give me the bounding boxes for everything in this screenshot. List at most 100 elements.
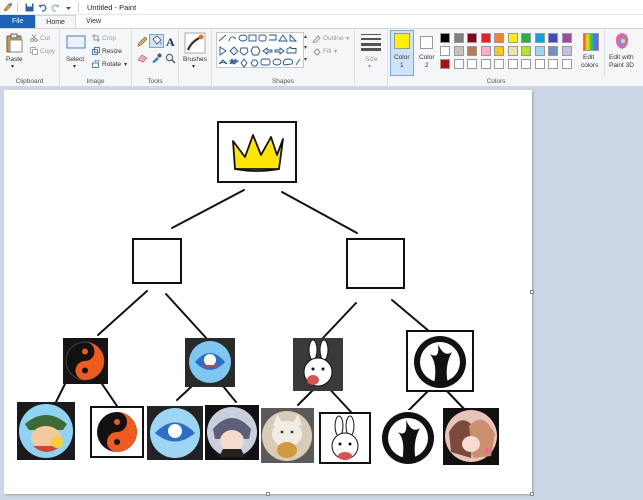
palette-swatch[interactable] bbox=[440, 33, 450, 43]
palette-swatch[interactable] bbox=[548, 46, 558, 56]
shapes-scroll-up-icon[interactable]: ▴ bbox=[304, 33, 307, 40]
tab-file[interactable]: File bbox=[0, 15, 36, 28]
fill-button[interactable]: Fill bbox=[323, 48, 331, 55]
palette-swatch[interactable] bbox=[548, 59, 558, 69]
palette-swatch[interactable] bbox=[494, 33, 504, 43]
customize-qa-icon[interactable] bbox=[63, 2, 74, 13]
size-dropdown-icon[interactable]: ▾ bbox=[368, 63, 371, 70]
select-dropdown-icon[interactable]: ▾ bbox=[73, 63, 76, 70]
magnifier-icon[interactable] bbox=[165, 53, 176, 66]
redo-icon[interactable] bbox=[50, 2, 61, 13]
shapes-group: ▴ ▾ ▾ Outline ▾ Fill ▾ Shapes bbox=[212, 29, 355, 87]
select-button[interactable]: Select bbox=[66, 56, 84, 63]
palette-swatch[interactable] bbox=[453, 33, 464, 43]
shapes-more-icon[interactable]: ▾ bbox=[304, 56, 307, 63]
eraser-icon[interactable] bbox=[137, 53, 148, 65]
blue-sea-character-image bbox=[185, 338, 235, 387]
cut-button[interactable]: Cut bbox=[40, 35, 50, 42]
palette-swatch[interactable] bbox=[453, 46, 464, 56]
size-lines-icon[interactable] bbox=[360, 33, 382, 53]
brush-icon[interactable] bbox=[184, 32, 206, 56]
fill-icon bbox=[312, 48, 321, 58]
color2-label: Color bbox=[419, 54, 435, 61]
paint-app-icon[interactable] bbox=[2, 2, 13, 13]
grey-hair-character-image bbox=[205, 405, 259, 460]
shapes-scroll-down-icon[interactable]: ▾ bbox=[304, 44, 307, 51]
canvas-resize-handle-right[interactable] bbox=[530, 290, 534, 294]
drawing-canvas[interactable] bbox=[4, 90, 534, 496]
clipboard-group: Paste ▾ Cut Copy Clipboard bbox=[0, 29, 60, 87]
palette-swatch[interactable] bbox=[494, 46, 504, 56]
palette-swatch[interactable] bbox=[480, 59, 491, 69]
palette-swatch[interactable] bbox=[494, 59, 504, 69]
cat-image bbox=[261, 408, 314, 463]
palette-swatch[interactable] bbox=[561, 46, 572, 56]
color1-number: 1 bbox=[400, 62, 404, 69]
canvas-resize-handle-bottom[interactable] bbox=[266, 492, 270, 496]
pencil-icon[interactable] bbox=[137, 36, 148, 49]
brushes-button[interactable]: Brushes bbox=[183, 56, 207, 63]
resize-button[interactable]: Resize bbox=[102, 48, 122, 55]
paint3d-button[interactable]: Edit with bbox=[609, 54, 634, 61]
rotate-button[interactable]: Rotate bbox=[102, 61, 121, 68]
palette-swatch[interactable] bbox=[507, 33, 518, 43]
palette-swatch[interactable] bbox=[467, 59, 477, 69]
size-button[interactable]: Size bbox=[365, 56, 378, 63]
undo-icon[interactable] bbox=[37, 2, 48, 13]
color-picker-icon[interactable] bbox=[151, 53, 162, 65]
palette-swatch[interactable] bbox=[548, 33, 558, 43]
brushes-dropdown-icon[interactable]: ▾ bbox=[192, 63, 195, 70]
palette-swatch[interactable] bbox=[521, 59, 531, 69]
palette-swatch[interactable] bbox=[440, 59, 450, 69]
title-bar: Untitled - Paint bbox=[0, 0, 643, 15]
paste-label[interactable]: Paste bbox=[6, 56, 23, 63]
palette-swatch[interactable] bbox=[453, 59, 464, 69]
copy-button[interactable]: Copy bbox=[40, 48, 55, 55]
palette-swatch[interactable] bbox=[534, 46, 545, 56]
palette-swatch[interactable] bbox=[467, 46, 477, 56]
rotate-dropdown-icon[interactable]: ▾ bbox=[124, 61, 127, 68]
color2-swatch[interactable] bbox=[420, 36, 433, 49]
paint3d-icon[interactable] bbox=[614, 32, 630, 52]
brushes-group: Brushes ▾ bbox=[179, 29, 212, 87]
tab-home[interactable]: Home bbox=[35, 15, 76, 28]
color1-swatch[interactable] bbox=[394, 33, 410, 49]
tab-view[interactable]: View bbox=[76, 15, 111, 28]
palette-swatch[interactable] bbox=[561, 59, 572, 69]
crop-button[interactable]: Crop bbox=[102, 35, 116, 42]
palette-swatch[interactable] bbox=[521, 46, 531, 56]
image-group-label: Image bbox=[86, 78, 105, 85]
palette-swatch[interactable] bbox=[534, 59, 545, 69]
dark-tree-small-image bbox=[380, 410, 437, 467]
edit-colors-button-line2[interactable]: colors bbox=[581, 62, 598, 69]
text-tool-icon[interactable]: A bbox=[166, 35, 175, 50]
paste-icon[interactable] bbox=[6, 33, 24, 55]
paste-dropdown-icon[interactable]: ▾ bbox=[11, 63, 14, 70]
palette-swatch[interactable] bbox=[507, 46, 518, 56]
palette-swatch[interactable] bbox=[480, 33, 491, 43]
palette-swatch[interactable] bbox=[507, 59, 518, 69]
edit-colors-icon[interactable] bbox=[583, 33, 599, 53]
outline-button[interactable]: Outline bbox=[323, 35, 344, 42]
save-icon[interactable] bbox=[24, 2, 35, 13]
fill-bucket-icon[interactable] bbox=[149, 34, 164, 48]
canvas-resize-handle-corner[interactable] bbox=[530, 492, 534, 496]
palette-swatch[interactable] bbox=[440, 46, 450, 56]
edit-colors-button[interactable]: Edit bbox=[583, 54, 594, 61]
fill-dropdown-icon[interactable]: ▾ bbox=[334, 48, 337, 55]
outline-dropdown-icon[interactable]: ▾ bbox=[346, 35, 349, 42]
palette-swatch[interactable] bbox=[480, 46, 491, 56]
qa-separator bbox=[17, 2, 18, 12]
yin-yang-small-image bbox=[90, 406, 144, 458]
select-icon[interactable] bbox=[66, 34, 86, 52]
crop-icon bbox=[92, 34, 100, 44]
white-bunny-image bbox=[293, 338, 343, 391]
palette-swatch[interactable] bbox=[534, 33, 545, 43]
palette-swatch[interactable] bbox=[467, 33, 477, 43]
palette-swatch[interactable] bbox=[561, 33, 572, 43]
paint3d-button-line2[interactable]: Paint 3D bbox=[609, 62, 634, 69]
palette-swatch[interactable] bbox=[521, 33, 531, 43]
colors-divider bbox=[604, 29, 605, 77]
crown-drawing bbox=[232, 134, 284, 172]
shapes-gallery[interactable] bbox=[216, 32, 304, 70]
